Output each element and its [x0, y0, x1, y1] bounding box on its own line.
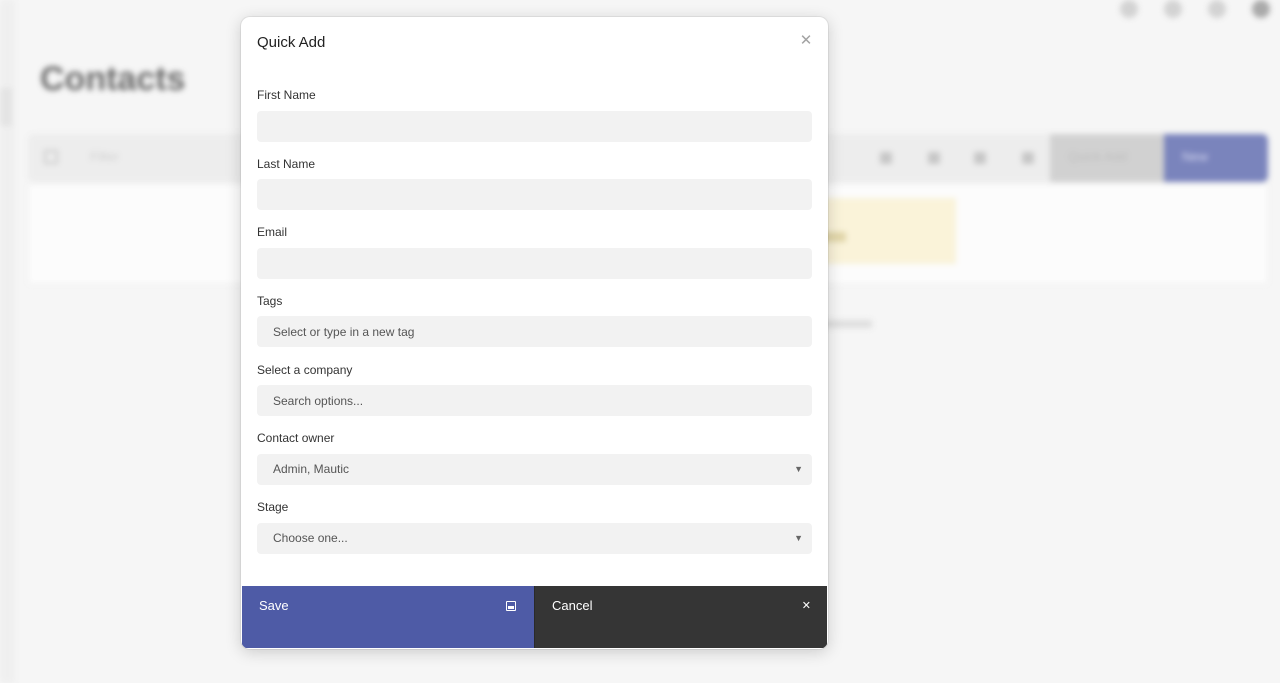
close-icon[interactable]: ✕	[798, 33, 814, 49]
caret-down-icon: ▼	[794, 533, 803, 543]
company-label: Select a company	[257, 363, 353, 377]
first-name-label: First Name	[257, 88, 316, 102]
last-name-field[interactable]	[257, 179, 812, 210]
email-label: Email	[257, 225, 288, 239]
first-name-field[interactable]	[257, 111, 812, 142]
last-name-label: Last Name	[257, 157, 316, 171]
tags-label: Tags	[257, 294, 283, 308]
cancel-button-label: Cancel	[552, 598, 593, 613]
tags-input[interactable]	[257, 316, 812, 347]
email-field[interactable]	[257, 248, 812, 279]
save-button[interactable]: Save	[242, 586, 534, 648]
cancel-button[interactable]: Cancel ✕	[534, 586, 827, 648]
contact-owner-value: Admin, Mautic	[273, 462, 350, 476]
save-button-label: Save	[259, 598, 289, 613]
close-icon: ✕	[801, 600, 811, 612]
caret-down-icon: ▼	[794, 464, 803, 474]
stage-label: Stage	[257, 500, 289, 514]
save-icon	[506, 601, 516, 611]
modal-footer: Save Cancel ✕	[242, 586, 827, 648]
company-search-input[interactable]	[257, 385, 812, 416]
stage-select[interactable]: Choose one... ▼	[257, 523, 812, 554]
quick-add-modal: Quick Add ✕ First Name Last Name Email T…	[241, 17, 828, 649]
contact-owner-select[interactable]: Admin, Mautic ▼	[257, 454, 812, 485]
stage-value: Choose one...	[273, 531, 348, 545]
modal-title: Quick Add	[257, 34, 326, 51]
contact-owner-label: Contact owner	[257, 431, 335, 445]
